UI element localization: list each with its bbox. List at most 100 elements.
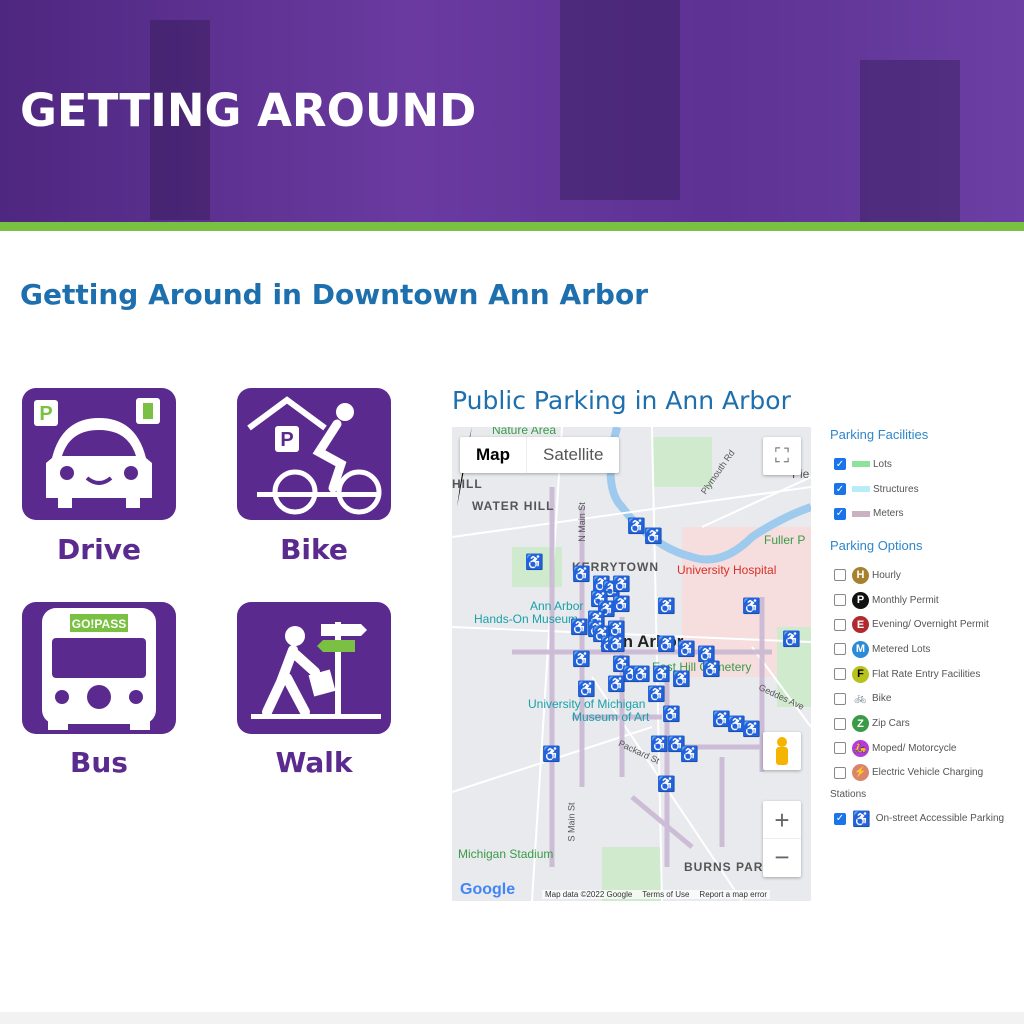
accessible-parking-marker[interactable]: ♿ [657,777,676,792]
legend-checkbox[interactable] [834,643,846,656]
color-swatch-icon [852,461,870,468]
legend-checkbox[interactable] [834,717,846,730]
map-label: N Main St [576,502,587,542]
drive-tile[interactable]: P [22,388,176,520]
accessible-parking-marker[interactable]: ♿ [650,737,669,752]
map-label: HILL [452,477,483,491]
legend-item[interactable]: ✓ Meters [830,501,1024,526]
legend-item[interactable]: 🛵 Moped/ Motorcycle [830,736,1024,761]
fullscreen-button[interactable]: ⛶ [763,437,801,475]
ev-charging-icon: ⚡ [852,764,869,782]
report-error-link[interactable]: Report a map error [699,890,767,899]
legend-checkbox[interactable] [834,569,846,582]
bike-tile[interactable]: P [237,388,391,520]
bike-label[interactable]: Bike [237,533,391,566]
legend-checkbox[interactable]: ✓ [834,507,846,520]
legend-checkbox[interactable]: ✓ [834,458,846,471]
accessible-parking-marker[interactable]: ♿ [570,620,589,635]
legend-item[interactable]: ✓ Structures [830,477,1024,502]
accessible-parking-marker[interactable]: ♿ [697,647,716,662]
map-title: Public Parking in Ann Arbor [452,386,791,415]
legend-item[interactable]: E Evening/ Overnight Permit [830,612,1024,637]
map-label: Ann Arbor [530,599,584,613]
stations-title: Stations [830,789,867,801]
legend-item[interactable]: F Flat Rate Entry Facilities [830,662,1024,687]
accessible-parking-marker[interactable]: ♿ [632,667,651,682]
legend-label: Electric Vehicle Charging [872,767,984,779]
legend-label: Metered Lots [872,643,931,655]
accessible-parking-marker[interactable]: ♿ [542,747,561,762]
google-logo[interactable]: Google [460,881,515,899]
accessible-parking-marker[interactable]: ♿ [702,662,721,677]
parking-map[interactable]: Nature Area HILL WATER HILL N Main St Plymou… [452,427,811,901]
legend-item[interactable]: H Hourly [830,563,1024,588]
accessible-parking-marker[interactable]: ♿ [525,555,544,570]
accessible-icon: ♿ [852,810,871,828]
accessible-parking-marker[interactable]: ♿ [652,667,671,682]
map-type-satellite-button[interactable]: Satellite [527,437,619,473]
drive-label[interactable]: Drive [22,533,176,566]
options-title: Parking Options [830,538,923,554]
map-label: BURNS PARK [684,860,774,874]
bus-gopass-icon: GO!PASS [42,608,156,730]
accessible-parking-marker[interactable]: ♿ [657,599,676,614]
accessible-parking-marker[interactable]: ♿ [612,597,631,612]
letter-h-icon: H [852,566,869,584]
zoom-in-button[interactable]: + [763,801,801,839]
bus-label[interactable]: Bus [22,746,176,779]
legend-checkbox[interactable] [834,668,846,681]
zoom-out-button[interactable]: − [763,839,801,877]
accessible-parking-marker[interactable]: ♿ [677,642,696,657]
legend-item[interactable]: P Monthly Permit [830,588,1024,613]
svg-text:P: P [280,429,293,451]
facilities-title: Parking Facilities [830,427,929,442]
accessible-parking-marker[interactable]: ♿ [607,637,626,652]
accessible-parking-marker[interactable]: ♿ [572,652,591,667]
letter-e-icon: E [852,616,869,634]
legend-checkbox[interactable] [834,594,846,607]
accessible-parking-marker[interactable]: ♿ [672,672,691,687]
accessible-parking-marker[interactable]: ♿ [782,632,801,647]
legend-label: Structures [873,483,919,495]
legend-checkbox[interactable]: ✓ [834,483,846,496]
accessible-parking-marker[interactable]: ♿ [627,519,646,534]
legend-item[interactable]: 🚲 Bike [830,687,1024,712]
legend-label: Flat Rate Entry Facilities [872,668,981,680]
accessible-parking-marker[interactable]: ♿ [577,682,596,697]
street-view-pegman[interactable] [763,732,801,770]
legend-checkbox[interactable] [834,742,846,755]
terms-link[interactable]: Terms of Use [642,890,689,899]
accessible-parking-marker[interactable]: ♿ [742,599,761,614]
legend-checkbox[interactable] [834,692,846,705]
accessible-parking-marker[interactable]: ♿ [742,722,761,737]
accessible-parking-marker[interactable]: ♿ [644,529,663,544]
map-legend: Parking Facilities ✓ Lots ✓ Structures ✓ Mete… [830,427,1024,831]
legend-item[interactable]: Z Zip Cars [830,711,1024,736]
letter-m-icon: M [852,640,869,658]
section-title: Getting Around in Downtown Ann Arbor [20,278,649,311]
accessible-parking-marker[interactable]: ♿ [607,677,626,692]
walk-tile[interactable] [237,602,391,734]
color-swatch-icon [852,510,870,517]
map-type-map-button[interactable]: Map [460,437,527,473]
legend-item[interactable]: ✓ Lots [830,452,1024,477]
accessible-parking-marker[interactable]: ♿ [647,687,666,702]
legend-checkbox[interactable] [834,618,846,631]
accessible-parking-marker[interactable]: ♿ [612,577,631,592]
accessible-parking-marker[interactable]: ♿ [572,567,591,582]
legend-checkbox[interactable] [834,766,846,779]
legend-item[interactable]: ✓ ♿ On-street Accessible Parking [830,806,1024,831]
legend-item[interactable]: ⚡ Electric Vehicle Charging [830,761,1024,786]
map-label: Fuller P [764,533,806,547]
legend-label: On-street Accessible Parking [875,813,1005,825]
walk-label[interactable]: Walk [237,746,391,779]
letter-z-icon: Z [852,715,869,733]
bus-tile[interactable]: GO!PASS [22,602,176,734]
accessible-parking-marker[interactable]: ♿ [657,637,676,652]
accessible-parking-marker[interactable]: ♿ [680,747,699,762]
letter-p-icon: P [852,591,869,609]
legend-item[interactable]: M Metered Lots [830,637,1024,662]
accessible-parking-marker[interactable]: ♿ [662,707,681,722]
svg-text:P: P [39,403,52,425]
legend-checkbox[interactable]: ✓ [834,812,846,825]
